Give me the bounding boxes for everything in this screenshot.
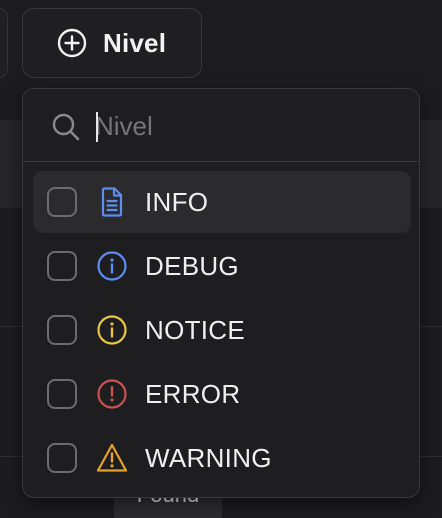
level-dropdown: INFO DEBUG bbox=[22, 88, 420, 498]
level-checkbox[interactable] bbox=[47, 443, 77, 473]
level-option-info[interactable]: INFO bbox=[33, 171, 411, 233]
document-icon bbox=[95, 185, 129, 219]
level-checkbox[interactable] bbox=[47, 315, 77, 345]
level-checkbox[interactable] bbox=[47, 379, 77, 409]
alert-circle-icon bbox=[95, 377, 129, 411]
level-label: DEBUG bbox=[145, 251, 239, 281]
warning-triangle-icon bbox=[95, 441, 129, 475]
level-label: NOTICE bbox=[145, 315, 246, 345]
level-label: INFO bbox=[145, 187, 209, 217]
level-filter-button[interactable]: Nivel bbox=[22, 8, 202, 78]
level-option-error[interactable]: ERROR bbox=[33, 363, 411, 425]
info-circle-icon bbox=[95, 249, 129, 283]
level-label: ERROR bbox=[145, 379, 241, 409]
level-option-warning[interactable]: WARNING bbox=[33, 427, 411, 489]
level-filter-label: Nivel bbox=[103, 27, 167, 58]
background-filter-button[interactable] bbox=[0, 8, 8, 78]
search-input[interactable] bbox=[95, 105, 395, 147]
level-checkbox[interactable] bbox=[47, 251, 77, 281]
search-icon bbox=[51, 112, 81, 147]
level-option-notice[interactable]: NOTICE bbox=[33, 299, 411, 361]
level-label: WARNING bbox=[145, 443, 272, 473]
info-circle-icon bbox=[95, 313, 129, 347]
search-row bbox=[23, 89, 419, 162]
level-option-debug[interactable]: DEBUG bbox=[33, 235, 411, 297]
page: Found Nivel bbox=[0, 0, 442, 518]
text-cursor bbox=[96, 112, 98, 142]
level-checkbox[interactable] bbox=[47, 187, 77, 217]
plus-circle-icon bbox=[57, 28, 87, 58]
